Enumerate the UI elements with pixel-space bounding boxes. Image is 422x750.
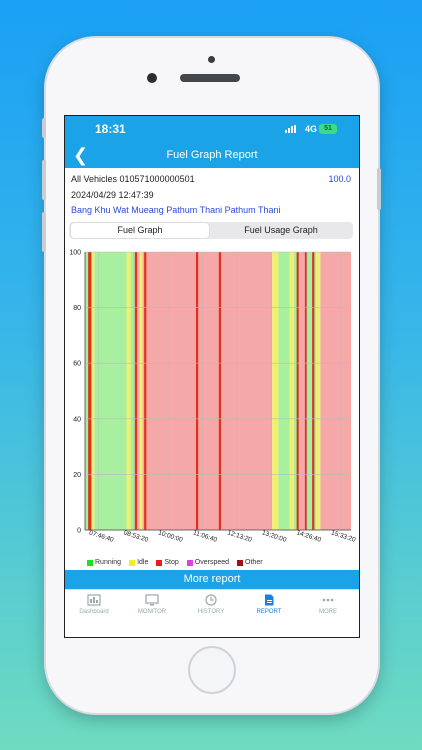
y-tick-label: 40 [73,416,81,423]
legend-item-idle: Idle [129,559,148,566]
stop-marker [304,252,308,530]
vehicle-label: All Vehicles 010571000000501 [71,174,195,184]
y-tick-label: 20 [73,472,81,479]
graph-tab-selector: Fuel Graph Fuel Usage Graph [69,222,353,239]
history-icon [205,594,217,606]
y-tick-label: 80 [73,305,81,312]
x-tick-label: 13:20:00 [261,529,288,544]
legend-swatch [129,559,136,566]
stop-marker [218,252,222,530]
tab-fuel-graph[interactable]: Fuel Graph [71,223,209,238]
power-button [377,168,381,210]
status-band-idle [316,252,321,530]
legend-item-overspeed: Overspeed [186,559,230,566]
home-button[interactable] [188,646,236,694]
status-band-running [94,252,127,530]
legend-label: Overspeed [194,559,230,566]
stop-marker [89,252,92,530]
tab-report[interactable]: REPORT [240,594,298,615]
proximity-sensor [208,56,215,63]
x-tick-label: 14:26:40 [296,529,323,544]
status-band-idle [139,252,143,530]
legend-item-other: Other [237,559,263,566]
x-tick-label: 12:13:20 [226,529,253,544]
front-camera [147,73,157,83]
stop-marker [296,252,299,530]
legend-item-running: Running [87,559,121,566]
status-band-running [85,252,89,530]
page-title: Fuel Graph Report [166,149,258,161]
bottom-tab-bar: Dashboard MONITOR HISTORY REPORT MORE [65,589,359,637]
status-time: 18:31 [95,122,126,136]
status-band-idle [272,252,279,530]
report-icon [265,594,274,606]
status-band-stop [142,252,273,530]
tab-history[interactable]: HISTORY [182,594,240,615]
legend-swatch [87,559,93,566]
status-band-running [278,252,290,530]
tab-monitor[interactable]: MONITOR [123,594,181,615]
legend-item-stop: Stop [156,559,179,566]
tab-label: MORE [319,609,337,615]
stop-marker [144,252,147,530]
stop-marker [134,252,138,530]
legend-swatch [156,559,163,566]
tab-fuel-usage-graph[interactable]: Fuel Usage Graph [211,223,351,238]
more-icon [322,598,334,602]
volume-down-button [42,212,46,252]
legend-label: Stop [164,559,179,566]
tab-label: MONITOR [137,609,167,615]
status-band-idle [126,252,131,530]
tab-dashboard[interactable]: Dashboard [65,594,123,615]
tab-label: Dashboard [79,609,109,615]
y-tick-label: 60 [73,361,81,368]
status-bar: 18:31 4G 51 [65,116,359,144]
y-tick-label: 0 [77,528,81,535]
chart-legend: Running Idle Stop Overspeed Other [87,559,263,566]
status-band-stop [320,252,351,530]
dashboard-icon [87,594,101,606]
monitor-icon [145,594,159,606]
legend-swatch [237,559,244,566]
tab-more[interactable]: MORE [299,594,357,615]
status-band-idle [289,252,294,530]
vehicle-location[interactable]: Bang Khu Wat Mueang Pathum Thani Pathum … [71,205,280,215]
legend-label: Running [95,559,122,566]
app-screen: 18:31 4G 51 ❮ Fuel Graph Report All Vehi… [64,115,360,638]
status-band-running [306,252,317,530]
y-tick-label: 100 [69,250,81,257]
volume-up-button [42,160,46,200]
legend-label: Other [245,559,263,566]
legend-label: Idle [137,559,149,566]
earpiece-speaker [180,74,240,82]
x-tick-label: 07:46:40 [88,529,115,544]
status-band-running [130,252,135,530]
battery-icon: 51 [319,124,337,134]
legend-swatch [186,559,193,566]
nav-bar: ❮ Fuel Graph Report [65,144,359,168]
network-type: 4G [305,124,318,134]
stop-marker [196,252,199,530]
mute-switch [42,118,46,138]
report-datetime: 2024/04/29 12:47:39 [71,190,154,200]
x-tick-label: 15:33:20 [330,529,357,544]
tab-label: REPORT [256,609,282,615]
vehicle-speed: 100.0 [328,174,351,184]
x-tick-label: 10:00:00 [157,529,184,544]
fuel-graph-chart: 0 20 40 60 80 100 07:46:40 08:53:20 10:00:00 11:0… [69,250,357,544]
tab-label: HISTORY [197,609,225,615]
stop-marker [312,252,315,530]
more-report-button[interactable]: More report [65,570,359,589]
x-tick-label: 08:53:20 [123,529,150,544]
signal-icon [285,125,296,133]
x-tick-label: 11:06:40 [192,529,218,543]
